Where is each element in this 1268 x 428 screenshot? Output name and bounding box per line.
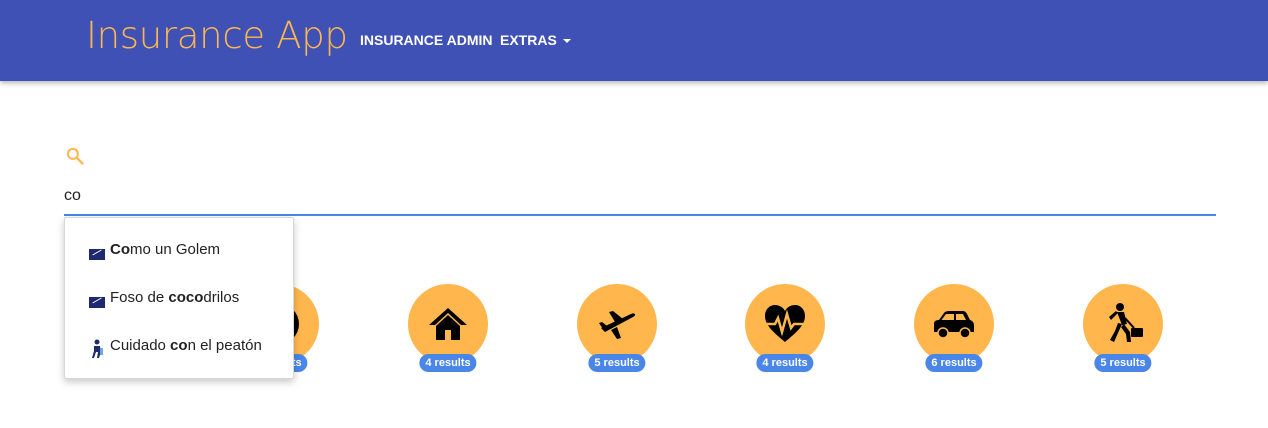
suggestion-prefix: Foso de <box>110 289 169 306</box>
nav-extras-dropdown[interactable]: EXTRAS <box>500 32 571 48</box>
category-car[interactable]: 6 results <box>914 284 994 372</box>
pedestrian-icon <box>92 339 103 358</box>
airplane-icon <box>599 311 636 339</box>
top-navbar: Insurance App INSURANCE ADMIN EXTRAS <box>0 0 1268 81</box>
suggestion-match: Co <box>110 241 130 258</box>
search-icon <box>66 147 84 165</box>
results-badge: 5 results <box>588 354 646 372</box>
suggestion-item[interactable]: Foso de cocodrilos <box>65 274 293 322</box>
category-travel[interactable]: 5 results <box>577 284 657 372</box>
results-badge: 4 results <box>419 354 477 372</box>
axa-logo-icon <box>89 249 105 260</box>
suggestion-rest: drilos <box>203 289 240 306</box>
search-suggestions-dropdown: Como un Golem Foso de cocodrilos Cuidado… <box>64 217 294 379</box>
suggestion-item[interactable]: Cuidado con el peatón <box>65 322 293 370</box>
results-badge: 4 results <box>756 354 814 372</box>
axa-logo-icon <box>89 297 105 308</box>
nav-insurance-admin[interactable]: INSURANCE ADMIN <box>360 32 492 48</box>
car-icon <box>934 311 974 339</box>
category-travel-assistance[interactable]: 5 results <box>1083 284 1163 372</box>
category-home[interactable]: 4 results <box>408 284 488 372</box>
results-badge: 6 results <box>925 354 983 372</box>
category-health[interactable]: 4 results <box>745 284 825 372</box>
nav-extras-label: EXTRAS <box>500 32 557 48</box>
search-input[interactable] <box>64 178 1216 216</box>
suggestion-match: co <box>170 337 188 354</box>
app-title[interactable]: Insurance App <box>86 14 348 57</box>
suggestion-rest: n el peatón <box>187 337 262 354</box>
results-badge: 5 results <box>1094 354 1152 372</box>
suggestion-prefix: Cuidado <box>110 337 171 354</box>
caret-down-icon <box>562 39 571 43</box>
suggestion-item[interactable]: Como un Golem <box>65 226 293 274</box>
suggestion-match: coco <box>168 289 204 306</box>
traveler-icon <box>1109 303 1143 342</box>
home-icon <box>429 308 467 340</box>
nav-insurance-admin-label: INSURANCE ADMIN <box>360 32 493 48</box>
suggestion-rest: mo un Golem <box>130 241 221 258</box>
heart-pulse-icon <box>765 305 805 342</box>
